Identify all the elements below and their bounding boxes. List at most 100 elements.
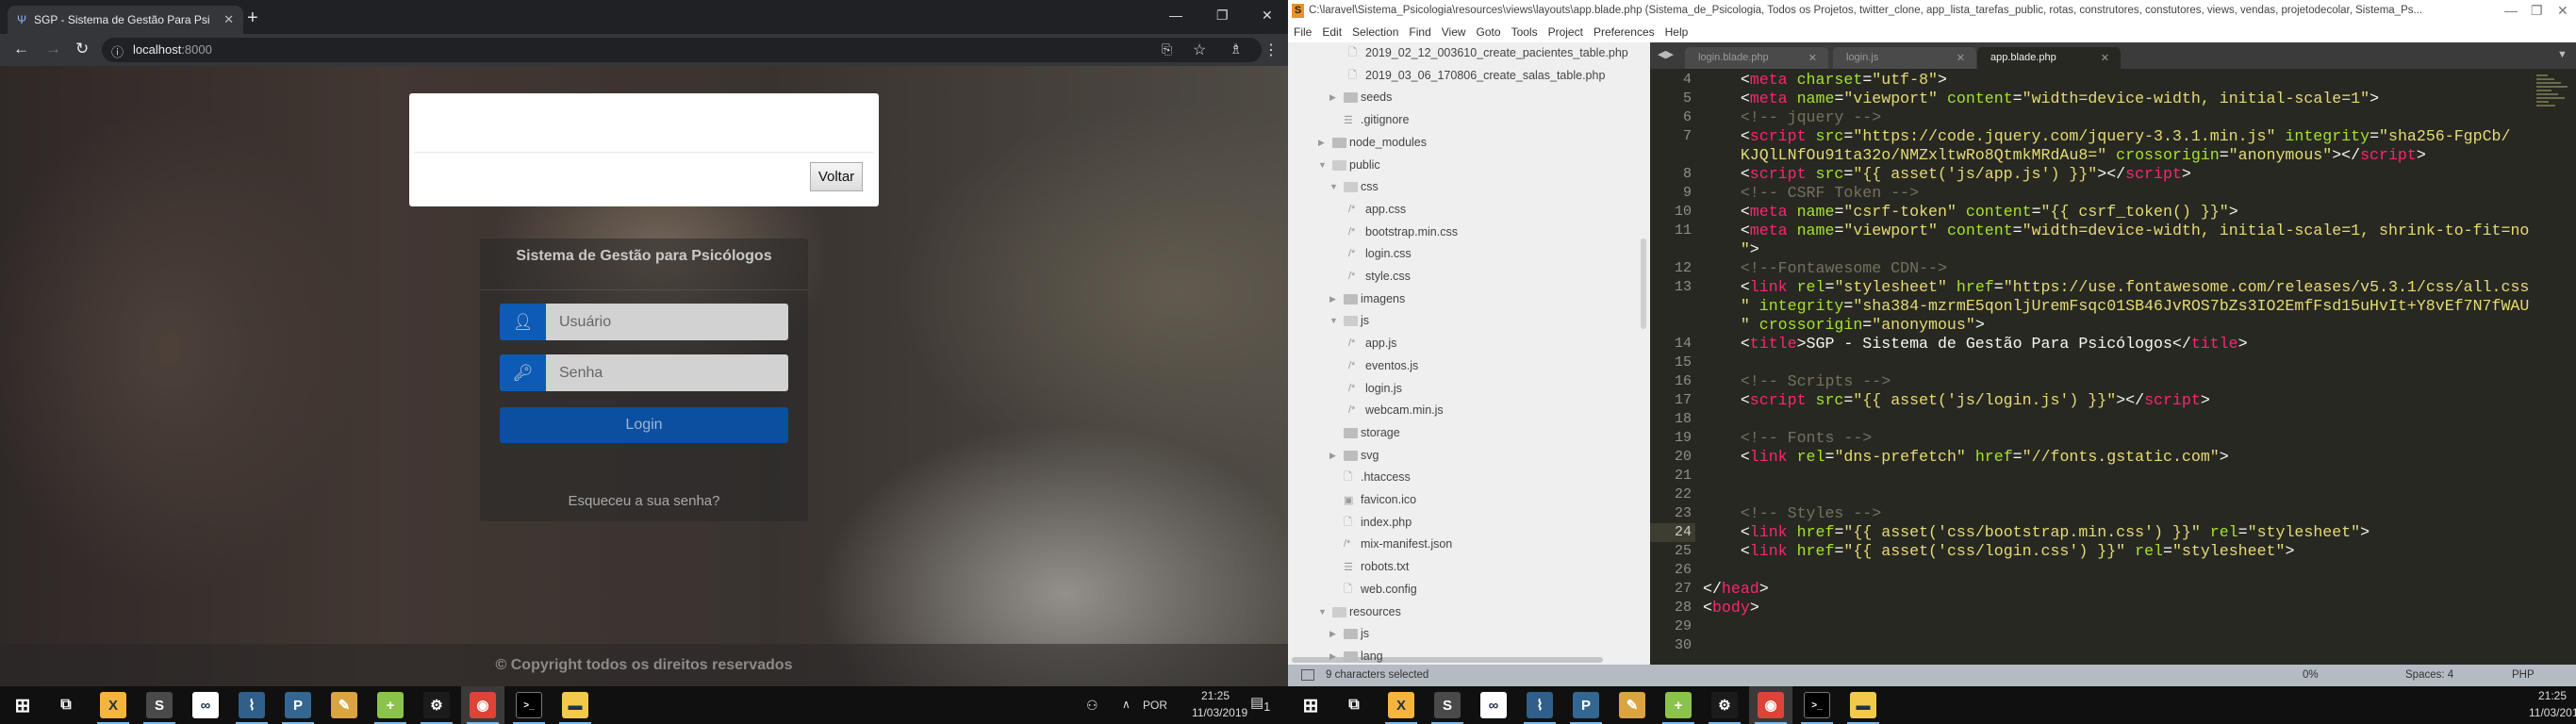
people-icon[interactable]: ⚇ bbox=[1086, 698, 1098, 714]
url-text[interactable]: localhost:8000 bbox=[133, 42, 212, 57]
collapsed-arrow-icon[interactable]: ▶ bbox=[1329, 451, 1336, 461]
mamp-icon[interactable]: ∞ bbox=[192, 692, 219, 718]
tab-scroll-arrows-icon[interactable]: ◀▶ bbox=[1658, 48, 1674, 60]
expanded-arrow-icon[interactable]: ▼ bbox=[1318, 160, 1327, 170]
sidebar-item[interactable]: ▼ css bbox=[1288, 176, 1637, 197]
sidebar-item[interactable]: /* bootstrap.min.css bbox=[1288, 222, 1637, 242]
sidebar-item[interactable]: 🗋 2019_02_12_003610_create_pacientes_tabl… bbox=[1288, 42, 1637, 63]
collapsed-arrow-icon[interactable]: ▶ bbox=[1329, 651, 1336, 662]
sidebar-item[interactable]: ▼ js bbox=[1288, 310, 1637, 331]
mamp-icon[interactable]: ∞ bbox=[1480, 692, 1507, 718]
pgadmin-icon[interactable]: P bbox=[285, 692, 311, 718]
sublime-text-icon[interactable]: S bbox=[1434, 692, 1461, 718]
browser-tab[interactable]: Ψ SGP - Sistema de Gestão Para Psi ✕ bbox=[8, 6, 243, 34]
close-window-button[interactable]: ✕ bbox=[1262, 8, 1273, 24]
menu-edit[interactable]: Edit bbox=[1322, 25, 1342, 39]
sidebar-vertical-scrollbar[interactable] bbox=[1641, 239, 1646, 329]
sidebar-item[interactable]: /* webcam.min.js bbox=[1288, 400, 1637, 420]
task-view-icon[interactable]: ⧉ bbox=[53, 692, 79, 718]
reload-button[interactable]: ↻ bbox=[75, 40, 89, 58]
menu-find[interactable]: Find bbox=[1409, 25, 1430, 39]
editor-tab[interactable]: login.blade.php ✕ bbox=[1685, 47, 1828, 69]
paint-icon[interactable]: ✎ bbox=[1619, 692, 1645, 718]
extension-icon[interactable]: ♗ bbox=[1230, 41, 1242, 58]
sidebar-item[interactable]: /* login.css bbox=[1288, 243, 1637, 264]
forgot-password-link[interactable]: Esqueceu a sua senha? bbox=[480, 493, 808, 509]
file-explorer-icon[interactable]: ▬ bbox=[1850, 692, 1876, 718]
xampp-icon[interactable]: X bbox=[1388, 692, 1414, 718]
password-input[interactable] bbox=[546, 354, 788, 391]
login-button[interactable]: Login bbox=[500, 407, 788, 443]
expanded-arrow-icon[interactable]: ▼ bbox=[1329, 316, 1338, 325]
info-icon[interactable]: ⓘ bbox=[111, 42, 124, 60]
menu-tools[interactable]: Tools bbox=[1511, 25, 1538, 39]
menu-preferences[interactable]: Preferences bbox=[1593, 25, 1655, 39]
collapsed-arrow-icon[interactable]: ▶ bbox=[1329, 629, 1336, 639]
close-tab-icon[interactable]: ✕ bbox=[223, 12, 234, 27]
sidebar-item[interactable]: ▶ node_modules bbox=[1288, 132, 1637, 153]
menu-project[interactable]: Project bbox=[1548, 25, 1583, 39]
chrome-icon[interactable]: ◉ bbox=[470, 692, 496, 718]
collapsed-arrow-icon[interactable]: ▶ bbox=[1329, 294, 1336, 304]
menu-view[interactable]: View bbox=[1442, 25, 1466, 39]
bookmark-star-icon[interactable]: ☆ bbox=[1193, 41, 1206, 59]
settings-icon[interactable]: ⚙ bbox=[1711, 692, 1738, 718]
restore-button[interactable]: ❐ bbox=[1216, 8, 1229, 24]
sidebar-item[interactable]: ▼ resources bbox=[1288, 601, 1637, 622]
sidebar-item[interactable]: /* mix-manifest.json bbox=[1288, 534, 1637, 554]
restore-button[interactable]: ❐ bbox=[2531, 3, 2543, 19]
close-tab-icon[interactable]: ✕ bbox=[1957, 52, 1965, 64]
sidebar-item[interactable]: ▶ lang bbox=[1288, 646, 1637, 666]
expanded-arrow-icon[interactable]: ▼ bbox=[1318, 607, 1327, 617]
sidebar-item[interactable]: ▶ seeds bbox=[1288, 87, 1637, 107]
menu-goto[interactable]: Goto bbox=[1477, 25, 1501, 39]
syntax-setting[interactable]: PHP bbox=[2512, 665, 2535, 686]
notepad-plus-plus-icon[interactable]: + bbox=[377, 692, 404, 718]
mysql-workbench-icon[interactable]: ⌇ bbox=[239, 692, 265, 718]
forward-button[interactable]: → bbox=[45, 40, 61, 58]
menu-file[interactable]: File bbox=[1294, 25, 1312, 39]
username-input[interactable] bbox=[546, 304, 788, 340]
settings-icon[interactable]: ⚙ bbox=[423, 692, 450, 718]
show-hidden-icons-icon[interactable]: ∧ bbox=[1122, 698, 1131, 711]
tab-dropdown-icon[interactable]: ▼ bbox=[2557, 49, 2568, 60]
xampp-icon[interactable]: X bbox=[100, 692, 126, 718]
sidebar-item[interactable]: 🗋 .htaccess bbox=[1288, 467, 1637, 487]
start-button-icon[interactable]: ⊞ bbox=[9, 692, 36, 718]
mysql-workbench-icon[interactable]: ⌇ bbox=[1527, 692, 1553, 718]
language-indicator[interactable]: POR bbox=[1143, 699, 1167, 712]
command-prompt-icon[interactable]: >_ bbox=[1804, 692, 1830, 718]
clock[interactable]: 21:25 11/03/2019 bbox=[2529, 689, 2576, 719]
sublime-text-icon[interactable]: S bbox=[146, 692, 173, 718]
indentation-setting[interactable]: Spaces: 4 bbox=[2405, 665, 2453, 686]
pgadmin-icon[interactable]: P bbox=[1573, 692, 1599, 718]
close-window-button[interactable]: ✕ bbox=[2557, 3, 2568, 19]
code-editor[interactable]: 4 <meta charset="utf-8"> 5 <meta name="vi… bbox=[1650, 69, 2576, 665]
menu-selection[interactable]: Selection bbox=[1352, 25, 1398, 39]
sidebar-item[interactable]: ▶ svg bbox=[1288, 445, 1637, 466]
close-tab-icon[interactable]: ✕ bbox=[2101, 52, 2109, 64]
sidebar-item[interactable]: /* app.js bbox=[1288, 333, 1637, 354]
start-button-icon[interactable]: ⊞ bbox=[1297, 692, 1324, 718]
address-bar[interactable] bbox=[102, 38, 1262, 62]
notepad-plus-plus-icon[interactable]: + bbox=[1665, 692, 1692, 718]
close-tab-icon[interactable]: ✕ bbox=[1808, 52, 1817, 64]
notifications-icon[interactable]: ▤1 bbox=[1250, 694, 1270, 714]
menu-help[interactable]: Help bbox=[1665, 25, 1689, 39]
sidebar-item[interactable]: 🗋 web.config bbox=[1288, 579, 1637, 600]
menu-icon[interactable]: ⋮ bbox=[1263, 41, 1279, 59]
sidebar-item[interactable]: /* login.js bbox=[1288, 378, 1637, 399]
sidebar-item[interactable]: ▣ favicon.ico bbox=[1288, 489, 1637, 510]
paint-icon[interactable]: ✎ bbox=[331, 692, 357, 718]
back-button[interactable]: ← bbox=[13, 40, 29, 58]
expanded-arrow-icon[interactable]: ▼ bbox=[1329, 182, 1338, 191]
translate-icon[interactable]: ⎘ bbox=[1162, 41, 1172, 58]
collapsed-arrow-icon[interactable]: ▶ bbox=[1329, 92, 1336, 103]
editor-tab[interactable]: login.js ✕ bbox=[1833, 47, 1976, 69]
new-tab-button[interactable]: + bbox=[247, 8, 258, 29]
minimize-button[interactable]: — bbox=[1169, 8, 1182, 23]
sidebar-item[interactable]: /* style.css bbox=[1288, 266, 1637, 287]
minimap[interactable] bbox=[2536, 73, 2570, 110]
minimize-button[interactable]: — bbox=[2504, 3, 2518, 18]
clock[interactable]: 21:25 11/03/2019 bbox=[1192, 689, 1247, 719]
